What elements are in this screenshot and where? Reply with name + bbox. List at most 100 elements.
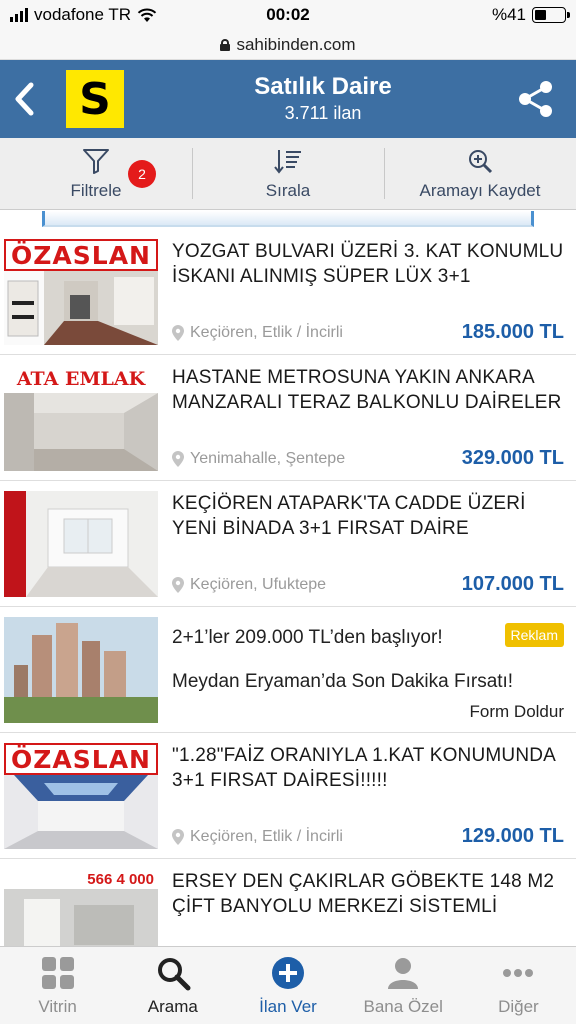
listing-list[interactable]: ÖZASLAN YOZGAT BULVARI ÜZERİ 3. KAT KONU… (0, 211, 576, 946)
battery-fill (535, 10, 547, 20)
more-icon (503, 968, 534, 977)
ad-item[interactable]: 2+1’ler 209.000 TL’den başlıyor! Reklam … (0, 607, 576, 733)
ad-info: 2+1’ler 209.000 TL’den başlıyor! Reklam … (172, 617, 564, 722)
save-search-button[interactable]: Aramayı Kaydet (384, 138, 576, 209)
room-photo (4, 775, 158, 849)
toolbar: Filtrele 2 Sırala Aramayı Kaydet (0, 138, 576, 210)
listing-info: "1.28"FAİZ ORANIYLA 1.KAT KONUMUNDA 3+1 … (172, 743, 564, 848)
location-pin-icon (172, 829, 184, 845)
nav-diger[interactable]: Diğer (461, 947, 576, 1024)
room-photo (4, 271, 158, 345)
listing-price: 329.000 TL (461, 447, 564, 469)
location-text: Yenimahalle, Şentepe (190, 450, 346, 467)
page-title: Satılık Daire (254, 73, 392, 100)
filter-button[interactable]: Filtrele 2 (0, 138, 192, 209)
listing-location: Keçiören, Etlik / İncirli (172, 324, 343, 342)
listing-thumbnail: ATA EMLAK (4, 365, 158, 471)
location-pin-icon (172, 451, 184, 467)
listing-info: ERSEY DEN ÇAKIRLAR GÖBEKTE 148 M2 ÇİFT B… (172, 869, 564, 946)
share-button[interactable] (518, 80, 554, 118)
nav-arama[interactable]: Arama (115, 947, 230, 1024)
listing-item[interactable]: ATA EMLAK HASTANE METROSUNA YAKIN ANKARA… (0, 355, 576, 481)
agency-logo: ÖZASLAN (4, 743, 158, 775)
listing-thumbnail (4, 491, 158, 597)
battery-percent: %41 (491, 5, 526, 24)
sort-icon (274, 149, 301, 174)
sort-label: Sırala (265, 180, 311, 200)
status-left: vodafone TR (10, 5, 157, 25)
plus-circle-icon (272, 956, 304, 989)
filter-count-badge: 2 (128, 160, 156, 188)
grid-icon (41, 956, 74, 989)
listing-thumbnail: 566 4 000 (4, 869, 158, 946)
ad-thumbnail (4, 617, 158, 723)
wifi-icon (137, 8, 157, 22)
nav-diger-label: Diğer (498, 996, 539, 1016)
nav-vitrin-label: Vitrin (38, 996, 77, 1016)
listing-info: KEÇİÖREN ATAPARK'TA CADDE ÜZERİ YENİ BİN… (172, 491, 564, 596)
search-save-icon (469, 149, 493, 173)
url-text: sahibinden.com (236, 34, 356, 54)
listing-info: YOZGAT BULVARI ÜZERİ 3. KAT KONUMLU İSKA… (172, 239, 564, 344)
share-icon (519, 81, 552, 117)
location-text: Keçiören, Etlik / İncirli (190, 828, 343, 845)
search-icon (157, 957, 191, 990)
nav-arama-label: Arama (147, 996, 198, 1016)
filter-label: Filtrele (70, 180, 122, 200)
listing-title[interactable]: HASTANE METROSUNA YAKIN ANKARA MANZARALI… (172, 365, 564, 415)
sort-button[interactable]: Sırala (192, 138, 384, 209)
sahibinden-logo[interactable]: S (66, 70, 124, 128)
app-header: S Satılık Daire 3.711 ilan (0, 60, 576, 138)
listing-item[interactable]: ÖZASLAN "1.28"FAİZ ORANIYLA 1.KAT KONUMU… (0, 733, 576, 859)
listing-price: 185.000 TL (461, 321, 564, 343)
chevron-left-icon (15, 82, 34, 116)
status-right: %41 (491, 5, 570, 25)
status-bar: vodafone TR 00:02 %41 (0, 0, 576, 30)
nav-ilan-ver-label: İlan Ver (259, 996, 317, 1016)
listing-item[interactable]: 566 4 000 ERSEY DEN ÇAKIRLAR GÖBEKTE 148… (0, 859, 576, 946)
filter-icon (83, 148, 109, 174)
battery-icon (532, 7, 570, 23)
listing-title[interactable]: "1.28"FAİZ ORANIYLA 1.KAT KONUMUNDA 3+1 … (172, 743, 564, 793)
listing-location: Yenimahalle, Şentepe (172, 450, 345, 468)
listing-price: 129.000 TL (461, 825, 564, 847)
ad-subtitle: Meydan Eryaman’da Son Dakika Fırsatı! (172, 671, 514, 692)
save-search-label: Aramayı Kaydet (419, 180, 541, 200)
listing-info: HASTANE METROSUNA YAKIN ANKARA MANZARALI… (172, 365, 564, 470)
agency-logo: ATA EMLAK (4, 365, 158, 393)
listing-title[interactable]: KEÇİÖREN ATAPARK'TA CADDE ÜZERİ YENİ BİN… (172, 491, 564, 541)
back-button[interactable] (0, 60, 50, 138)
agency-logo: 566 4 000 (4, 869, 158, 889)
agency-logo: ÖZASLAN (4, 239, 158, 271)
user-icon (388, 957, 419, 989)
location-pin-icon (172, 577, 184, 593)
location-pin-icon (172, 325, 184, 341)
url-bar[interactable]: sahibinden.com (0, 30, 576, 60)
nav-vitrin[interactable]: Vitrin (0, 947, 115, 1024)
nav-ilan-ver[interactable]: İlan Ver (230, 947, 345, 1024)
nav-bana-ozel[interactable]: Bana Özel (346, 947, 461, 1024)
header-title-block: Satılık Daire 3.711 ilan (150, 73, 496, 124)
ad-badge: Reklam (504, 623, 564, 647)
bottom-nav: Vitrin Arama İlan Ver Bana Özel Diğer (0, 946, 576, 1024)
listing-item[interactable]: ÖZASLAN YOZGAT BULVARI ÜZERİ 3. KAT KONU… (0, 229, 576, 355)
listing-title[interactable]: ERSEY DEN ÇAKIRLAR GÖBEKTE 148 M2 ÇİFT B… (172, 869, 564, 919)
listing-price: 107.000 TL (461, 573, 564, 595)
lock-icon (220, 38, 231, 51)
listing-thumbnail: ÖZASLAN (4, 239, 158, 345)
room-photo (4, 889, 158, 946)
listing-title[interactable]: YOZGAT BULVARI ÜZERİ 3. KAT KONUMLU İSKA… (172, 239, 564, 289)
signal-icon (10, 8, 28, 22)
ad-form-link[interactable]: Form Doldur (470, 702, 564, 722)
building-photo (4, 617, 158, 723)
room-photo (4, 393, 158, 471)
banner-strip (0, 211, 576, 229)
location-text: Keçiören, Etlik / İncirli (190, 324, 343, 341)
room-photo (4, 491, 158, 597)
listing-item[interactable]: KEÇİÖREN ATAPARK'TA CADDE ÜZERİ YENİ BİN… (0, 481, 576, 607)
carrier-name: vodafone TR (34, 5, 132, 24)
nav-bana-ozel-label: Bana Özel (363, 996, 443, 1016)
listing-location: Keçiören, Etlik / İncirli (172, 828, 343, 846)
listing-thumbnail: ÖZASLAN (4, 743, 158, 849)
location-text: Keçiören, Ufuktepe (190, 576, 327, 593)
